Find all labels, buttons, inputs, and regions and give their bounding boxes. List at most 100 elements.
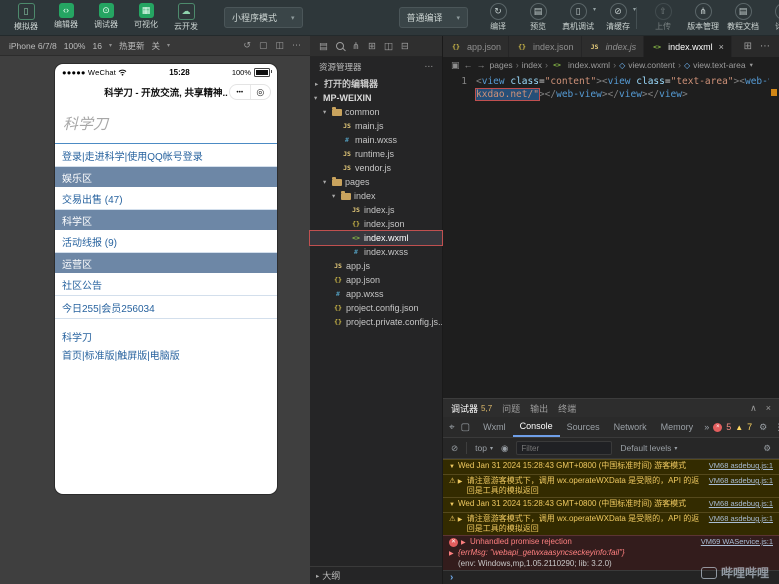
tree-item-vendor.js[interactable]: JSvendor.js <box>310 161 442 175</box>
close-tab-icon[interactable]: × <box>719 42 724 52</box>
forum-link-row[interactable]: 交易出售 (47) <box>55 187 277 210</box>
toolbar-button-preview[interactable]: ▤预览 <box>520 3 556 32</box>
fontsize-select[interactable]: 16 <box>92 41 101 51</box>
toolbar-button-device-debug[interactable]: ▯真机调试▾ <box>560 3 596 32</box>
forum-link-row[interactable]: 社区公告 <box>55 273 277 296</box>
split-editor-icon[interactable]: ⊞ <box>744 41 752 52</box>
forum-link-row[interactable]: 科学刀 <box>55 319 277 345</box>
close-panel-icon[interactable]: × <box>766 403 771 414</box>
code-editor[interactable]: 1<view class="content"><view class="text… <box>443 73 779 396</box>
breadcrumb-item[interactable]: view.content <box>628 60 675 70</box>
forward-icon[interactable]: → <box>477 60 486 70</box>
devtools-menu-icon[interactable]: ⋮ <box>774 422 779 433</box>
toolbar-button-cloud-dev[interactable]: ☁云开发 <box>168 3 204 32</box>
expand-arrow-icon[interactable]: ▼ <box>449 499 458 510</box>
panel-tab-调试器[interactable]: 调试器 <box>451 402 478 415</box>
forum-link-row[interactable]: 今日255|会员256034 <box>55 296 277 319</box>
devtools-tab-Wxml[interactable]: Wxml <box>476 417 513 437</box>
toolbar-button-debugger[interactable]: ⊙调试器 <box>88 3 124 30</box>
panel-tab-问题[interactable]: 问题 <box>502 402 520 415</box>
extensions-icon[interactable]: ⊞ <box>368 41 376 52</box>
tree-item-pages[interactable]: ▾pages <box>310 175 442 189</box>
collapse-all-icon[interactable]: ⊟ <box>401 41 409 52</box>
tree-item-MP-WEIXIN[interactable]: ▾MP-WEIXIN <box>310 91 442 105</box>
zoom-select[interactable]: 100% <box>64 41 86 51</box>
editor-tab-app.json[interactable]: {}app.json <box>443 36 509 57</box>
device-select[interactable]: iPhone 6/7/8 <box>9 41 57 51</box>
tree-item-main.js[interactable]: JSmain.js <box>310 119 442 133</box>
toolbar-button-visualization[interactable]: ▦可视化 <box>128 3 164 30</box>
source-control-icon[interactable]: ⋔ <box>352 41 360 52</box>
panel-tab-输出[interactable]: 输出 <box>530 402 548 415</box>
log-levels-select[interactable]: Default levels ▾ <box>620 443 677 453</box>
source-link[interactable]: VM68 asdebug.js:1 <box>709 499 773 509</box>
devtools-tab-Memory[interactable]: Memory <box>654 417 701 437</box>
editor-tab-index.wxml[interactable]: <>index.wxml× <box>644 36 732 57</box>
compile-mode-select[interactable]: 普通编译 ▾ <box>399 7 469 28</box>
expand-arrow-icon[interactable]: ▶ <box>449 548 458 559</box>
split-panel-icon[interactable]: ◫ <box>384 41 393 52</box>
breadcrumb-item[interactable]: pages <box>490 60 513 70</box>
more-menu-button[interactable]: ••• <box>230 85 250 99</box>
screenshot-icon[interactable]: ▢ <box>259 40 268 51</box>
editor-tab-index.js[interactable]: JSindex.js <box>582 36 645 57</box>
source-link[interactable]: VM68 asdebug.js:1 <box>709 476 773 486</box>
tree-item-runtime.js[interactable]: JSruntime.js <box>310 147 442 161</box>
inspect-element-icon[interactable]: ⌖ <box>449 422 455 433</box>
device-toolbar-icon[interactable]: ▢ <box>461 422 470 433</box>
clear-console-icon[interactable]: ⊘ <box>451 443 458 454</box>
panel-tab-终端[interactable]: 终端 <box>558 402 576 415</box>
toolbar-button-docs[interactable]: ▤教程文档 <box>725 3 761 32</box>
breadcrumb-item[interactable]: view.text-area <box>693 60 745 70</box>
tree-item-main.wxss[interactable]: #main.wxss <box>310 133 442 147</box>
forum-link-row[interactable]: 首页|标准版|触屏版|电脑版 <box>55 345 277 364</box>
more-icon[interactable]: ⋯ <box>292 40 301 51</box>
more-actions-icon[interactable]: ⋯ <box>760 41 770 52</box>
console-settings-icon[interactable]: ⚙ <box>763 443 771 454</box>
back-icon[interactable]: ← <box>464 60 473 70</box>
expand-arrow-icon[interactable]: ▶ <box>458 514 467 525</box>
overflow-tabs-icon[interactable]: » <box>700 422 713 432</box>
devtools-tab-Sources[interactable]: Sources <box>560 417 607 437</box>
toolbar-button-compile[interactable]: ↻编译 <box>480 3 516 32</box>
tree-item-index.wxml[interactable]: <>index.wxml <box>310 231 442 245</box>
multi-window-icon[interactable]: ◫ <box>275 40 284 51</box>
editor-scrollbar[interactable] <box>769 73 779 396</box>
expand-panel-icon[interactable]: ∧ <box>750 403 757 414</box>
context-select[interactable]: top ▾ <box>475 443 493 453</box>
editor-tab-index.json[interactable]: {}index.json <box>509 36 582 57</box>
expand-arrow-icon[interactable]: ▶ <box>458 476 467 487</box>
tree-item-common[interactable]: ▾common <box>310 105 442 119</box>
expand-arrow-icon[interactable]: ▶ <box>461 537 470 548</box>
toolbar-button-simulator[interactable]: ▯模拟器 <box>8 3 44 32</box>
source-link[interactable]: VM68 asdebug.js:1 <box>709 514 773 524</box>
open-editors-section[interactable]: ▸ 打开的编辑器 <box>310 76 442 91</box>
search-icon[interactable] <box>336 42 344 50</box>
mode-select[interactable]: 小程序模式 ▾ <box>224 7 303 28</box>
code-text[interactable]: <view class="content"><view class="text-… <box>476 75 779 88</box>
source-link[interactable]: VM68 asdebug.js:1 <box>709 461 773 471</box>
tree-item-app.js[interactable]: JSapp.js <box>310 259 442 273</box>
devtools-settings-icon[interactable]: ⚙ <box>759 422 767 433</box>
breadcrumb-item[interactable]: index <box>522 60 542 70</box>
tree-item-project.config.json[interactable]: {}project.config.json <box>310 301 442 315</box>
devtools-tab-Console[interactable]: Console <box>513 417 560 437</box>
files-icon[interactable]: ▤ <box>319 41 328 52</box>
rotate-icon[interactable]: ↺ <box>243 40 251 51</box>
home-button[interactable]: ◎ <box>250 85 271 99</box>
live-expression-icon[interactable]: ◉ <box>501 443 508 454</box>
toolbar-button-editor[interactable]: ‹›编辑器 <box>48 3 84 30</box>
forum-link-row[interactable]: 登录|走进科学|使用QQ帐号登录 <box>55 144 277 167</box>
devtools-tab-Network[interactable]: Network <box>607 417 654 437</box>
source-link[interactable]: VM69 WAService.js:1 <box>701 537 773 547</box>
expand-arrow-icon[interactable]: ▼ <box>449 461 458 472</box>
breadcrumb-item[interactable]: index.wxml <box>568 60 610 70</box>
code-text[interactable]: kxdao.net/"></web-view></view></view> <box>476 88 688 101</box>
toolbar-button-details[interactable]: ≡详情 <box>765 3 779 32</box>
tree-item-index.wxss[interactable]: #index.wxss <box>310 245 442 259</box>
tree-item-index.json[interactable]: {}index.json <box>310 217 442 231</box>
tree-item-index.js[interactable]: JSindex.js <box>310 203 442 217</box>
toolbar-button-clear-cache[interactable]: ⊘清缓存▾ <box>600 3 636 32</box>
tree-item-app.json[interactable]: {}app.json <box>310 273 442 287</box>
outline-section[interactable]: ▸ 大纲 <box>310 566 442 584</box>
